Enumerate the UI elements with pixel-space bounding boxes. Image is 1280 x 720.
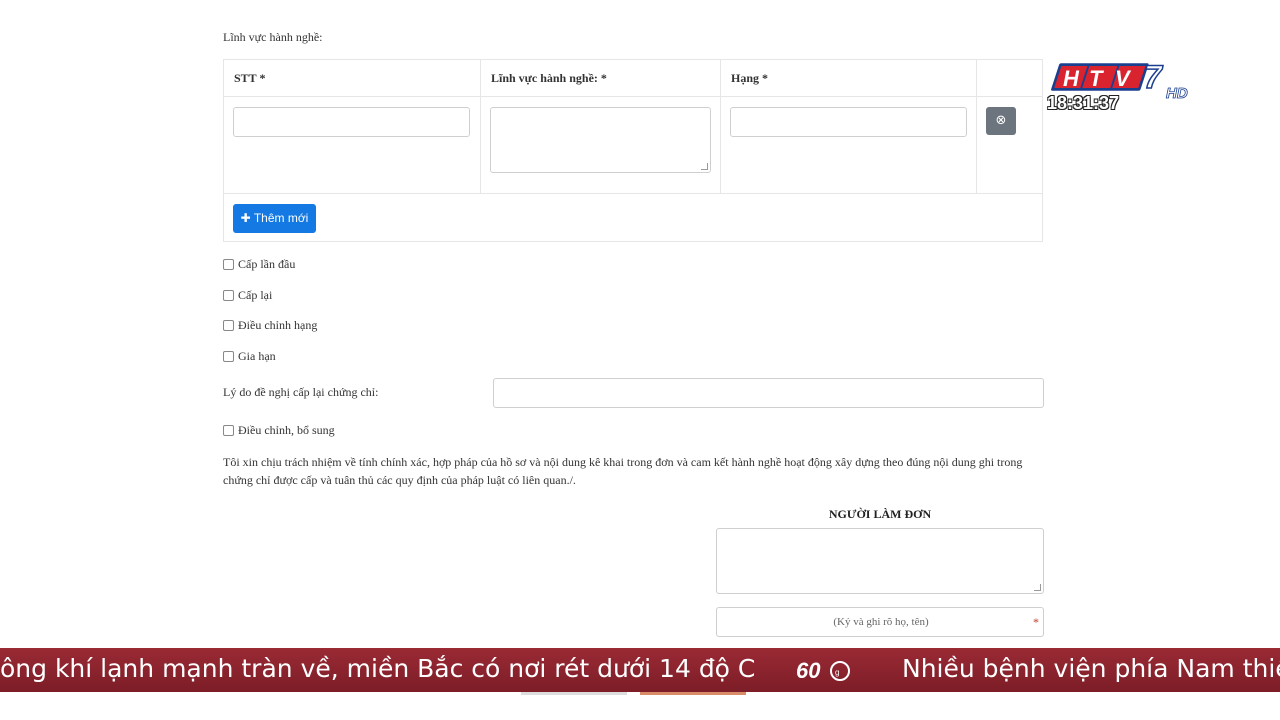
svg-text:7: 7 (1144, 59, 1164, 95)
column-header-actions (977, 60, 1043, 97)
table-cell-field (481, 97, 721, 194)
svg-text:g: g (835, 668, 839, 677)
checkbox-label: Cấp lại (238, 288, 273, 302)
svg-text:V: V (1115, 66, 1132, 91)
add-new-button[interactable]: ✚ Thêm mới (233, 204, 316, 233)
column-header-grade: Hạng * (721, 60, 977, 97)
resize-handle-icon[interactable] (701, 163, 708, 170)
checkbox-adjust-grade[interactable] (223, 320, 234, 331)
resize-handle-icon[interactable] (1034, 584, 1041, 591)
checkbox-reissue[interactable] (223, 290, 234, 301)
field-table: STT * Lĩnh vực hành nghề: * Hạng * ⊗ (223, 59, 1043, 242)
stt-input[interactable] (233, 107, 470, 137)
table-cell-grade (721, 97, 977, 194)
signer-name-placeholder: (Ký và ghi rõ họ, tên) (833, 616, 929, 628)
section-label: Lĩnh vực hành nghề: (223, 30, 323, 44)
checkbox-adjust-supplement[interactable] (223, 425, 234, 436)
svg-text:60: 60 (796, 658, 821, 683)
delete-row-button[interactable]: ⊗ (986, 107, 1016, 135)
ticker-logo-icon: 60 g (796, 658, 850, 683)
reason-input[interactable] (493, 378, 1044, 408)
svg-text:T: T (1089, 66, 1104, 91)
checkbox-label: Điều chỉnh hạng (238, 318, 318, 332)
reason-label: Lý do đề nghị cấp lại chứng chỉ: (223, 385, 379, 399)
ticker-headline: ông khí lạnh mạnh tràn về, miền Bắc có n… (0, 654, 756, 683)
table-cell-actions: ⊗ (977, 97, 1043, 194)
broadcast-clock: 18:31:37 (1047, 93, 1120, 113)
field-textarea[interactable] (490, 107, 711, 173)
signer-name-input[interactable]: (Ký và ghi rõ họ, tên) * (716, 607, 1044, 637)
checkbox-label: Điều chỉnh, bổ sung (238, 423, 335, 437)
checkbox-extend[interactable] (223, 351, 234, 362)
declaration-text: Tôi xin chịu trách nhiệm về tính chính x… (223, 455, 1023, 487)
table-row (224, 97, 481, 194)
news-ticker: ông khí lạnh mạnh tràn về, miền Bắc có n… (0, 648, 1280, 692)
checkbox-label: Gia hạn (238, 349, 276, 363)
checkbox-first-issue[interactable] (223, 259, 234, 270)
grade-input[interactable] (730, 107, 967, 137)
checkbox-label: Cấp lần đầu (238, 257, 296, 271)
column-header-stt: STT * (224, 60, 481, 97)
bottom-strip (0, 692, 1280, 720)
signature-textarea[interactable] (716, 528, 1044, 594)
applicant-title: NGƯỜI LÀM ĐƠN (828, 507, 932, 521)
close-circle-icon: ⊗ (995, 113, 1007, 128)
ticker-headline: Nhiều bệnh viện phía Nam thiế (902, 654, 1280, 683)
svg-text:HD: HD (1166, 85, 1188, 102)
column-header-field: Lĩnh vực hành nghề: * (481, 60, 721, 97)
partial-button[interactable] (640, 692, 746, 695)
partial-button[interactable] (521, 692, 627, 695)
required-mark: * (1033, 615, 1039, 629)
svg-text:H: H (1063, 66, 1080, 91)
